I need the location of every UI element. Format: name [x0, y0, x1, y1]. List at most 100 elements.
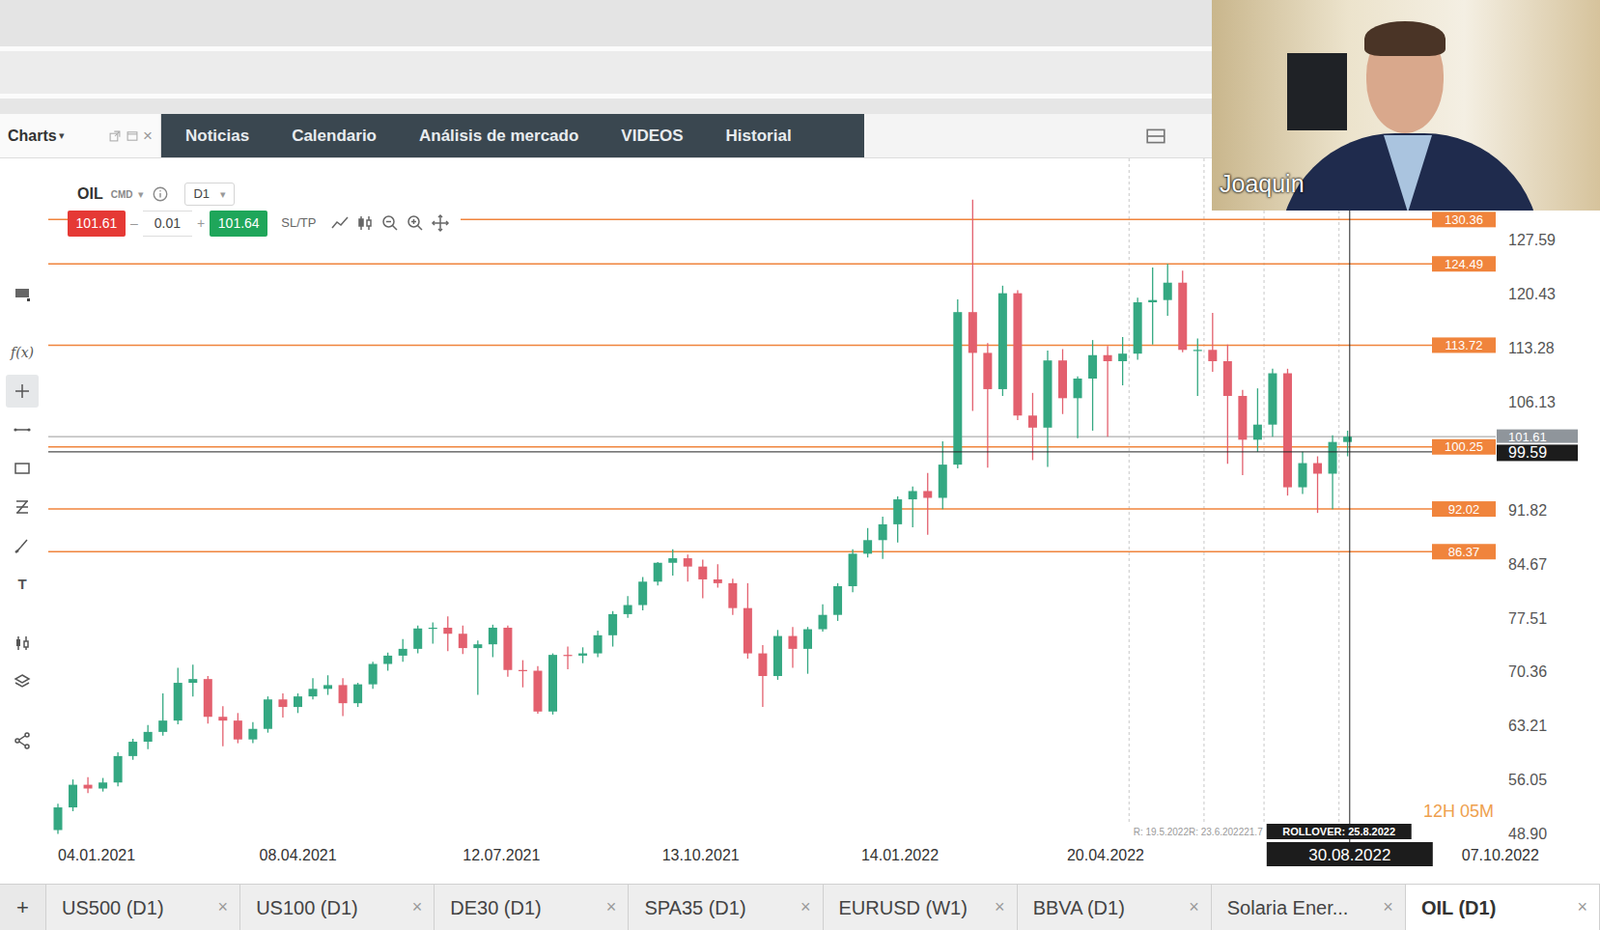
tab-label[interactable]: DE30 (D1) — [449, 893, 541, 923]
tab-close-button[interactable]: × — [1188, 894, 1200, 921]
timeframe-label[interactable]: D1 — [193, 184, 210, 204]
level-line[interactable] — [48, 551, 1496, 554]
candle — [98, 778, 108, 792]
buy-button[interactable]: 101.64 — [209, 210, 268, 237]
chart-tab[interactable]: DE30 (D1) × — [434, 884, 629, 930]
candle — [533, 666, 542, 714]
chart-tab[interactable]: US100 (D1) × — [240, 884, 435, 930]
tab-label[interactable]: SPA35 (D1) — [644, 893, 746, 923]
candle — [473, 640, 482, 695]
video-shape — [1287, 53, 1348, 131]
candle — [683, 554, 693, 582]
rectangle-icon[interactable] — [5, 451, 39, 485]
tab-close-button[interactable]: × — [218, 894, 229, 921]
share-icon[interactable] — [5, 724, 39, 758]
sell-button[interactable]: 101.61 — [67, 210, 126, 237]
chart-tab[interactable]: US500 (D1) × — [46, 884, 241, 930]
fibonacci-icon[interactable] — [5, 490, 39, 524]
move-icon[interactable] — [427, 211, 453, 235]
zoom-out-icon[interactable] — [377, 211, 403, 235]
tool-label[interactable]: T — [17, 573, 27, 596]
close-button[interactable]: × — [142, 127, 153, 144]
level-line[interactable] — [48, 507, 1496, 510]
info-icon[interactable] — [151, 185, 169, 203]
charts-label[interactable]: Charts — [7, 124, 57, 148]
zoom-in-icon[interactable] — [402, 211, 428, 235]
tab-close-button[interactable]: × — [412, 894, 423, 921]
charts-dropdown[interactable]: Charts▾ — [7, 124, 65, 148]
rollover-history: R: 19.5.2022R: 23.6.202221.7 — [1133, 826, 1264, 838]
symbol-name[interactable]: OIL — [77, 182, 104, 206]
timeframe-select[interactable]: D1 ▾ — [184, 182, 235, 206]
volume-increase[interactable]: + — [192, 213, 210, 234]
rollover-line — [1263, 158, 1265, 825]
level-label: 92.02 — [1448, 502, 1481, 517]
nav-item[interactable]: Noticias — [164, 123, 271, 149]
candle — [1012, 290, 1022, 421]
candle — [923, 473, 932, 535]
chart-tabs: +US500 (D1)×US100 (D1)×DE30 (D1)×SPA35 (… — [0, 883, 1600, 930]
date-tick: 07.10.2022 — [1461, 846, 1540, 864]
screen-select-icon[interactable] — [5, 277, 39, 310]
tab-close-button[interactable]: × — [800, 894, 812, 921]
crosshair-date: 30.08.2022 — [1308, 845, 1391, 865]
type-label[interactable]: CMD — [111, 187, 134, 202]
caret[interactable]: ▾ — [138, 186, 144, 203]
volume-field[interactable]: 0.01 — [142, 210, 193, 237]
candle — [863, 528, 872, 558]
popout-icon[interactable] — [108, 129, 122, 143]
chart-tab[interactable]: Solaria Ener... × — [1211, 884, 1406, 930]
caret[interactable]: ▾ — [58, 127, 65, 144]
chart-tab[interactable]: BBVA (D1) × — [1017, 884, 1212, 930]
candle — [488, 624, 498, 658]
nav-item[interactable]: Calendario — [270, 123, 398, 149]
text-tool[interactable]: T — [5, 567, 39, 601]
crosshair-horizontal — [48, 450, 1496, 452]
tab-close-button[interactable]: × — [994, 894, 1006, 921]
charts-menu[interactable]: Charts▾ × — [0, 113, 162, 158]
price-chart[interactable]: 130.36124.49113.72100.2592.0286.37127.59… — [48, 158, 1600, 884]
caret[interactable]: ▾ — [220, 186, 226, 203]
chart-tab[interactable]: EURUSD (W1) × — [823, 884, 1018, 930]
tab-label[interactable]: EURUSD (W1) — [839, 893, 968, 923]
chart-type-icon[interactable] — [5, 626, 39, 660]
level-line[interactable] — [48, 344, 1496, 347]
tab-label[interactable]: US500 (D1) — [61, 893, 165, 923]
line-chart-icon[interactable] — [327, 211, 353, 235]
volume-decrease[interactable]: – — [125, 213, 143, 234]
chart-canvas[interactable]: 130.36124.49113.72100.2592.0286.37127.59… — [48, 158, 1600, 884]
tab-label[interactable]: BBVA (D1) — [1033, 893, 1125, 923]
layout-icon[interactable] — [1144, 125, 1168, 147]
maximize-icon[interactable] — [125, 129, 140, 143]
sltp-button[interactable]: SL/TP — [280, 213, 316, 233]
level-line[interactable] — [48, 446, 1496, 449]
tool-label[interactable]: f(x) — [10, 342, 34, 364]
level-line[interactable] — [48, 262, 1496, 265]
function-tool[interactable]: f(x) — [5, 336, 39, 369]
tab-label[interactable]: OIL (D1) — [1421, 893, 1496, 923]
nav-item[interactable]: Análisis de mercado — [397, 123, 600, 149]
chart-tab[interactable]: OIL (D1) × — [1405, 884, 1600, 930]
brush-icon[interactable] — [5, 529, 39, 562]
candle — [323, 674, 333, 695]
tab-label[interactable]: Solaria Ener... — [1227, 893, 1349, 923]
tab-close-button[interactable]: × — [606, 894, 618, 921]
tab-label[interactable]: US100 (D1) — [255, 893, 359, 923]
nav-item[interactable]: VIDEOS — [599, 123, 704, 149]
price-tick: 48.90 — [1508, 825, 1547, 843]
crosshair-price: 99.59 — [1508, 444, 1547, 461]
nav-item[interactable]: Historial — [704, 123, 814, 149]
add-tab-button[interactable]: + — [0, 884, 47, 930]
candles-icon[interactable] — [352, 211, 378, 235]
tab-close-button[interactable]: × — [1382, 894, 1394, 921]
chart-tab[interactable]: SPA35 (D1) × — [628, 884, 823, 930]
candle — [458, 625, 468, 655]
horizontal-line-icon[interactable] — [5, 413, 39, 447]
instrument-type[interactable]: CMD ▾ — [111, 186, 145, 203]
drawing-toolbar: f(x) T — [0, 158, 49, 884]
crosshair-icon[interactable] — [5, 374, 39, 408]
tab-close-button[interactable]: × — [1576, 894, 1588, 921]
candle — [757, 645, 767, 707]
date-tick: 12.07.2021 — [462, 846, 540, 864]
layers-icon[interactable] — [5, 665, 39, 699]
